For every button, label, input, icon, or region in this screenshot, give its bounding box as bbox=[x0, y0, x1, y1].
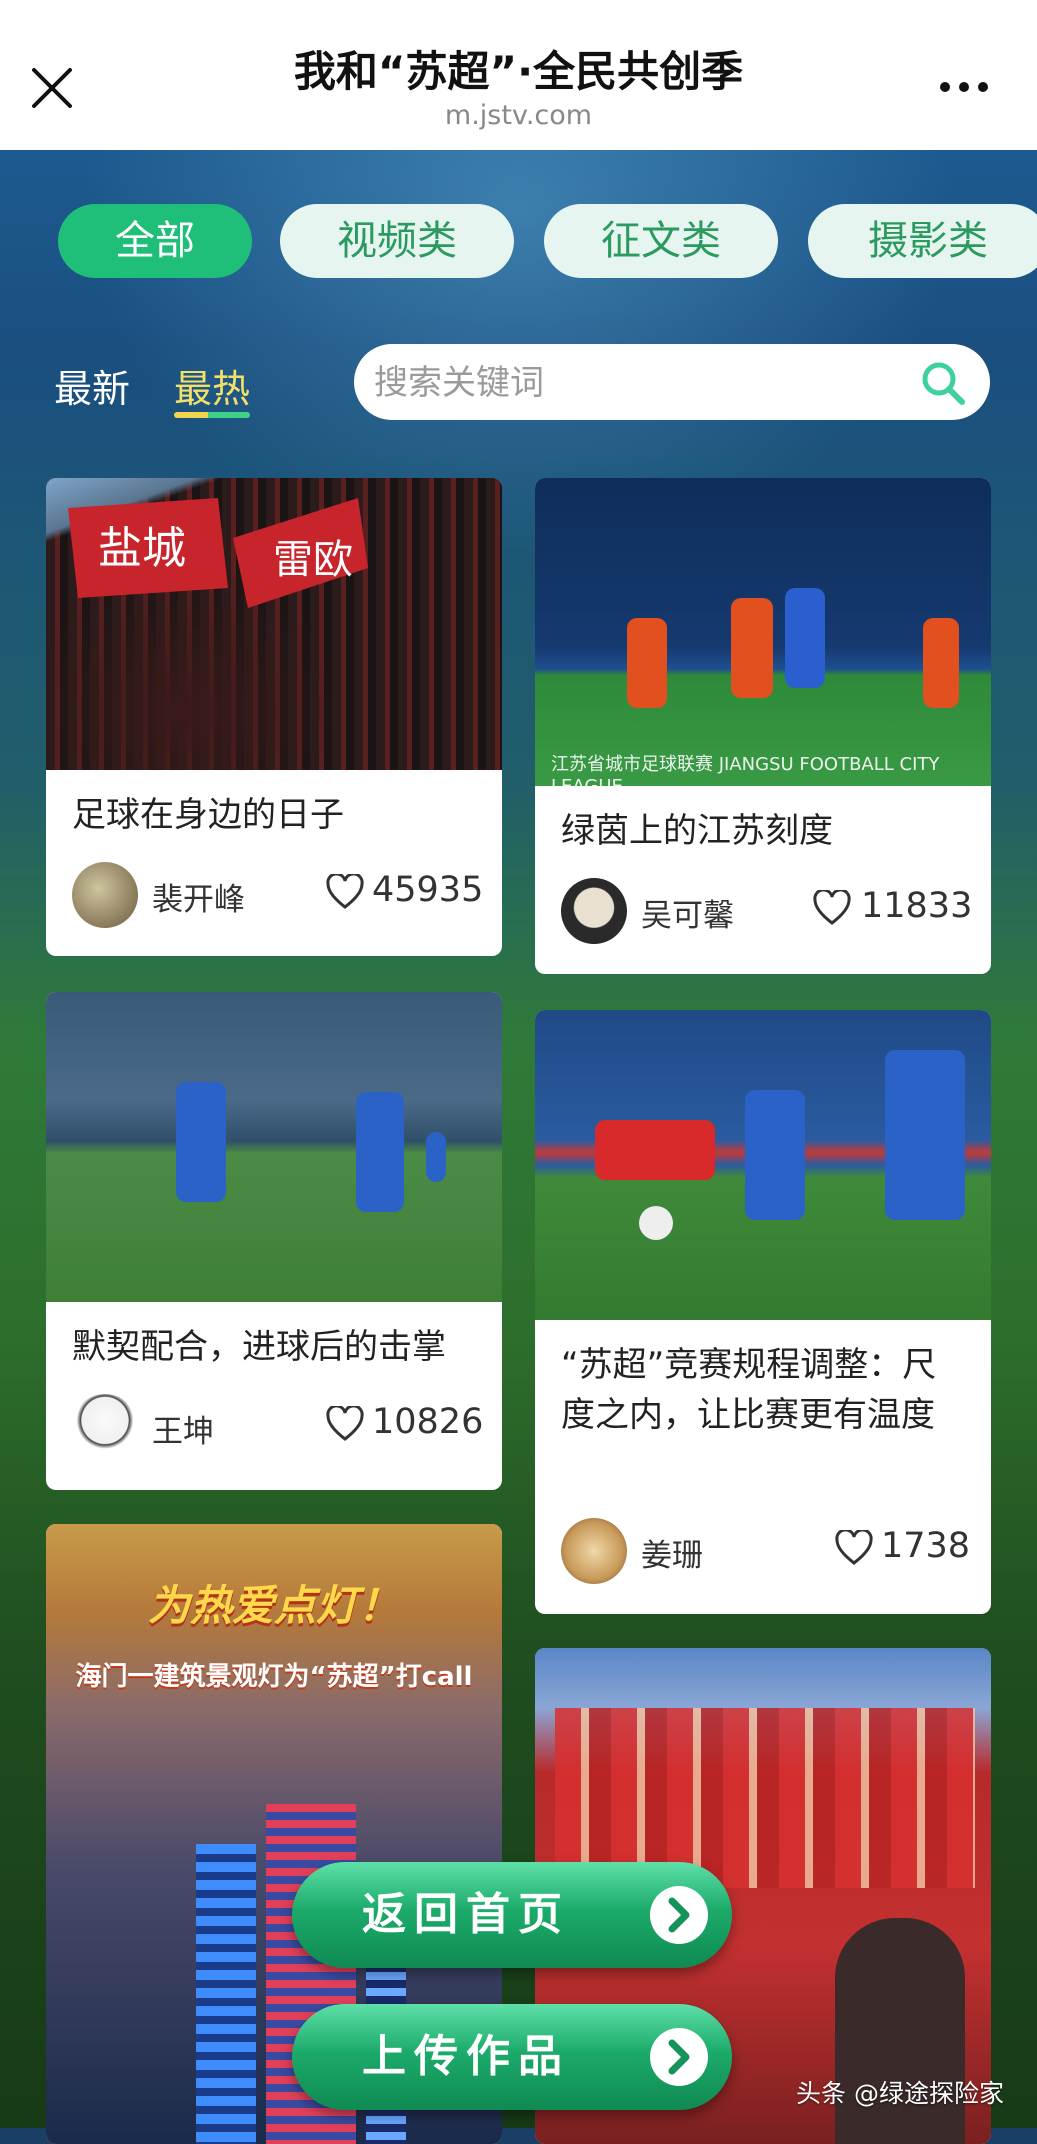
more-icon[interactable] bbox=[938, 80, 990, 94]
avatar bbox=[561, 878, 627, 944]
tab-all[interactable]: 全部 bbox=[58, 204, 252, 278]
page-title: 我和“苏超”·全民共创季 bbox=[293, 47, 744, 96]
card-author: 吴可馨 bbox=[641, 898, 734, 934]
heart-icon[interactable] bbox=[326, 874, 364, 910]
sort-latest[interactable]: 最新 bbox=[54, 358, 130, 413]
search-box bbox=[354, 344, 990, 422]
card-author: 王坤 bbox=[152, 1414, 214, 1450]
chevron-right-icon bbox=[650, 2028, 708, 2086]
heart-icon[interactable] bbox=[813, 890, 851, 926]
card-image-match: 江苏省城市足球联赛 JIANGSU FOOTBALL CITY LEAGUE bbox=[535, 478, 991, 797]
card-author: 姜珊 bbox=[641, 1538, 703, 1574]
card-title: 绿茵上的江苏刻度 bbox=[561, 811, 833, 851]
card-image-highfive bbox=[46, 992, 502, 1302]
page-url: m.jstv.com bbox=[444, 100, 593, 131]
search-input[interactable] bbox=[372, 344, 916, 422]
banner-text-1: 盐城 bbox=[98, 523, 186, 574]
tab-video[interactable]: 视频类 bbox=[280, 204, 514, 278]
back-home-button[interactable]: 返回首页 bbox=[292, 1862, 732, 1968]
tab-photo[interactable]: 摄影类 bbox=[808, 204, 1037, 278]
upload-work-button[interactable]: 上传作品 bbox=[292, 2004, 732, 2110]
card-author: 裴开峰 bbox=[152, 882, 245, 918]
fan-banners: 盐城 雷欧 bbox=[68, 498, 368, 608]
back-home-label: 返回首页 bbox=[362, 1889, 570, 1940]
work-card[interactable]: “苏超”竞赛规程调整：尺度之内，让比赛更有温度 姜珊 1738 bbox=[535, 1010, 991, 1614]
title-bar: 我和“苏超”·全民共创季 m.jstv.com bbox=[0, 0, 1037, 150]
heart-icon[interactable] bbox=[835, 1530, 873, 1566]
heart-icon[interactable] bbox=[326, 1406, 364, 1442]
like-count: 11833 bbox=[861, 886, 973, 926]
avatar bbox=[561, 1518, 627, 1584]
work-card[interactable]: 盐城 雷欧 足球在身边的日子 裴开峰 45935 bbox=[46, 478, 502, 956]
work-card[interactable]: 江苏省城市足球联赛 JIANGSU FOOTBALL CITY LEAGUE 绿… bbox=[535, 478, 991, 974]
like-count: 10826 bbox=[372, 1402, 484, 1442]
avatar bbox=[72, 862, 138, 928]
card-title: 默契配合，进球后的击掌 bbox=[72, 1327, 446, 1367]
watermark: 头条 @绿途探险家 bbox=[796, 2079, 1004, 2108]
like-count: 45935 bbox=[372, 870, 484, 910]
promo-subtitle: 海门一建筑景观灯为“苏超”打call bbox=[75, 1662, 473, 1692]
promo-title: 为热爱点灯！ bbox=[147, 1581, 400, 1630]
sort-active-indicator bbox=[174, 412, 250, 418]
search-icon[interactable] bbox=[920, 360, 966, 406]
card-image-fans: 盐城 雷欧 bbox=[46, 478, 502, 770]
sort-hottest[interactable]: 最热 bbox=[174, 358, 250, 413]
upload-work-label: 上传作品 bbox=[362, 2031, 570, 2082]
banner-text-2: 雷欧 bbox=[273, 537, 353, 583]
card-title: 足球在身边的日子 bbox=[72, 795, 344, 835]
like-count: 1738 bbox=[881, 1526, 971, 1566]
tab-essay[interactable]: 征文类 bbox=[544, 204, 778, 278]
card-title: “苏超”竞赛规程调整：尺度之内，让比赛更有温度 bbox=[561, 1345, 937, 1435]
avatar bbox=[72, 1394, 138, 1460]
chevron-right-icon bbox=[650, 1886, 708, 1944]
card-image-tackle bbox=[535, 1010, 991, 1320]
league-logo-text: 江苏省城市足球联赛 JIANGSU FOOTBALL CITY LEAGUE bbox=[551, 754, 940, 797]
work-card[interactable]: 默契配合，进球后的击掌 王坤 10826 bbox=[46, 992, 502, 1490]
